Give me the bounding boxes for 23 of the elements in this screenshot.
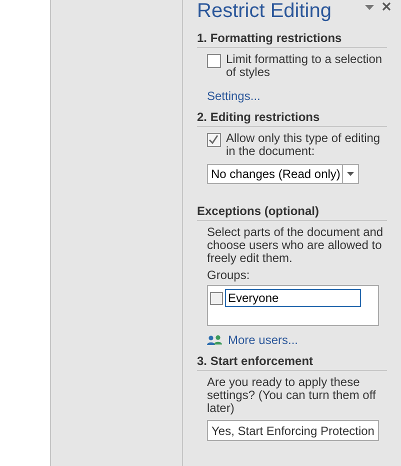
checkbox[interactable] (207, 54, 221, 68)
checkbox[interactable] (207, 133, 221, 147)
start-enforcing-button[interactable]: Yes, Start Enforcing Protection (207, 420, 379, 441)
dropdown-icon[interactable] (365, 5, 374, 11)
checkbox[interactable] (210, 292, 223, 304)
checkbox-label: Limit formatting to a selection of styles (226, 53, 384, 79)
section-heading: Exceptions (optional) (197, 204, 387, 221)
caret-icon (347, 172, 354, 176)
section-heading: 2. Editing restrictions (197, 110, 387, 127)
more-users-link[interactable]: More users... (228, 333, 298, 347)
groups-label: Groups: (207, 269, 251, 282)
group-name[interactable]: Everyone (225, 289, 361, 307)
groups-list[interactable]: Everyone (207, 285, 379, 326)
checkbox-label: Allow only this type of editing in the document: (226, 132, 382, 158)
description-text: Select parts of the document and choose users who are allowed to freely edit them. (207, 226, 384, 265)
section-heading: 3. Start enforcement (197, 354, 387, 371)
users-icon (207, 335, 222, 345)
pane-title: Restrict Editing (197, 0, 332, 23)
section-heading: 1. Formatting restrictions (197, 31, 387, 48)
settings-link[interactable]: Settings... (207, 89, 260, 103)
editing-type-dropdown[interactable]: No changes (Read only) (207, 164, 359, 184)
description-text: Are you ready to apply these settings? (You can turn them off later) (207, 376, 377, 415)
close-icon[interactable] (382, 2, 391, 11)
